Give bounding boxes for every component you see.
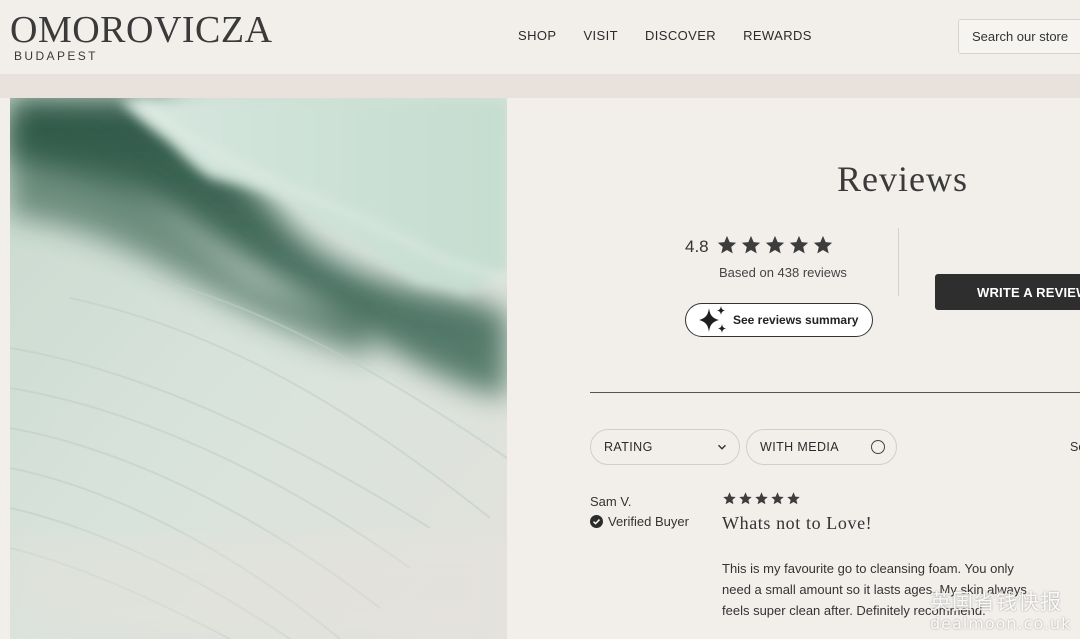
review-stars	[722, 491, 801, 506]
watermark: 英国省钱快报 dealmoon.co.uk	[930, 586, 1071, 633]
reviews-divider	[590, 392, 1080, 393]
star-icon	[765, 235, 785, 254]
check-circle-icon	[590, 515, 603, 528]
sparkle-icon	[699, 306, 726, 333]
star-icon	[741, 235, 761, 254]
with-media-filter[interactable]: WITH MEDIA	[746, 429, 897, 465]
main-nav: SHOP VISIT DISCOVER REWARDS	[518, 28, 839, 43]
brand-logo-subtitle: BUDAPEST	[14, 49, 98, 63]
watermark-line-2: dealmoon.co.uk	[930, 614, 1072, 633]
star-icon	[771, 492, 784, 505]
reviewer-name: Sam V.	[590, 494, 632, 509]
average-rating: 4.8	[685, 237, 709, 256]
nav-shop[interactable]: SHOP	[518, 28, 556, 43]
star-icon	[755, 492, 768, 505]
search-input[interactable]	[972, 20, 1080, 53]
chevron-down-icon	[718, 444, 726, 450]
review-title: Whats not to Love!	[722, 513, 873, 533]
see-reviews-summary-label: See reviews summary	[733, 313, 859, 327]
write-review-button[interactable]: WRITE A REVIEW	[935, 274, 1080, 310]
nav-rewards[interactable]: REWARDS	[743, 28, 812, 43]
sort-label[interactable]: So	[1070, 440, 1080, 454]
header-band	[0, 74, 1080, 98]
see-reviews-summary-button[interactable]: See reviews summary	[685, 303, 873, 337]
product-texture-image	[10, 98, 507, 639]
watermark-line-1: 英国省钱快报	[930, 590, 1062, 614]
site-header: OMOROVICZA BUDAPEST SHOP VISIT DISCOVER …	[0, 0, 1080, 74]
star-icon	[739, 492, 752, 505]
with-media-radio[interactable]	[871, 440, 885, 454]
star-icon	[723, 492, 736, 505]
nav-discover[interactable]: DISCOVER	[645, 28, 716, 43]
verified-buyer-badge: Verified Buyer	[590, 514, 689, 529]
brand-logo[interactable]: OMOROVICZA	[10, 8, 273, 52]
review-count: Based on 438 reviews	[719, 265, 847, 280]
rating-filter-dropdown[interactable]: RATING	[590, 429, 740, 465]
with-media-label: WITH MEDIA	[760, 440, 839, 454]
star-icon	[789, 235, 809, 254]
nav-visit[interactable]: VISIT	[583, 28, 618, 43]
average-stars	[716, 234, 834, 256]
cleansing-foam-texture-icon	[10, 98, 507, 639]
reviews-heading: Reviews	[837, 159, 968, 199]
star-icon	[717, 235, 737, 254]
rating-filter-label: RATING	[604, 440, 653, 454]
search-box	[958, 19, 1080, 54]
verified-buyer-label: Verified Buyer	[608, 514, 689, 529]
summary-divider	[898, 228, 899, 296]
star-icon	[813, 235, 833, 254]
review-body-line: This is my favourite go to cleansing foa…	[722, 561, 1014, 576]
star-icon	[787, 492, 800, 505]
